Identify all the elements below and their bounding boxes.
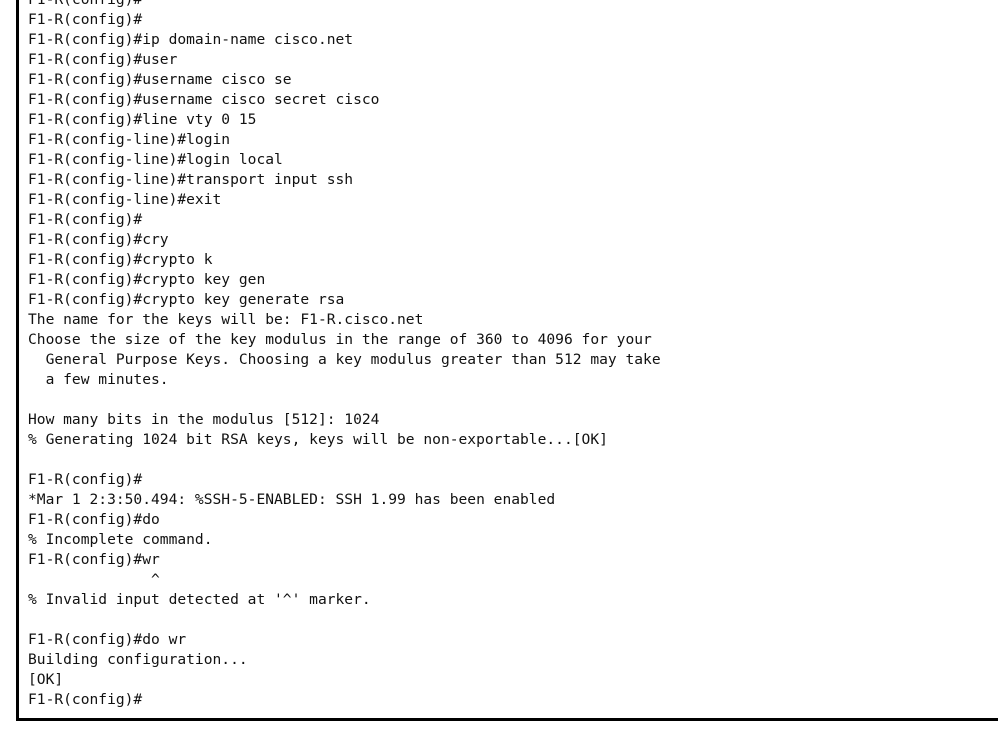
terminal-line: F1-R(config)# [28,0,661,10]
terminal-line: F1-R(config)#crypto k [28,251,213,268]
terminal-window[interactable]: F1-R(config)# F1-R(config)# F1-R(config)… [16,0,998,721]
terminal-line: General Purpose Keys. Choosing a key mod… [28,351,661,368]
terminal-line: F1-R(config)#do [28,511,160,528]
terminal-line: F1-R(config)#username cisco secret cisco [28,91,380,108]
terminal-line: F1-R(config-line)#exit [28,191,222,208]
terminal-line: *Mar 1 2:3:50.494: %SSH-5-ENABLED: SSH 1… [28,491,556,508]
terminal-line: F1-R(config-line)#transport input ssh [28,171,354,188]
terminal-line: % Incomplete command. [28,531,213,548]
terminal-line: F1-R(config)#do wr [28,631,187,648]
terminal-line: F1-R(config)#cry [28,231,169,248]
terminal-line: % Generating 1024 bit RSA keys, keys wil… [28,431,608,448]
terminal-line: F1-R(config)#username cisco se [28,71,292,88]
terminal-line: F1-R(config)#wr [28,551,160,568]
terminal-line: Choose the size of the key modulus in th… [28,331,652,348]
terminal-line: F1-R(config)#crypto key generate rsa [28,291,345,308]
terminal-line: The name for the keys will be: F1-R.cisc… [28,311,424,328]
terminal-line: F1-R(config)#line vty 0 15 [28,111,257,128]
terminal-line: ^ [28,571,160,588]
terminal-line: Building configuration... [28,651,248,668]
terminal-line: How many bits in the modulus [512]: 1024 [28,411,380,428]
terminal-output: F1-R(config)# F1-R(config)# F1-R(config)… [28,0,661,710]
terminal-line: [OK] [28,671,64,688]
terminal-line: F1-R(config)# [28,11,143,28]
terminal-prompt[interactable]: F1-R(config)# [28,690,661,710]
terminal-line: F1-R(config-line)#login [28,131,231,148]
terminal-line: F1-R(config)# [28,211,143,228]
terminal-line: F1-R(config-line)#login local [28,151,283,168]
terminal-line: F1-R(config)#crypto key gen [28,271,266,288]
terminal-line: % Invalid input detected at '^' marker. [28,591,371,608]
terminal-line: F1-R(config)#ip domain-name cisco.net [28,31,354,48]
terminal-line: a few minutes. [28,371,169,388]
terminal-line: F1-R(config)# [28,471,143,488]
terminal-line: F1-R(config)#user [28,51,178,68]
